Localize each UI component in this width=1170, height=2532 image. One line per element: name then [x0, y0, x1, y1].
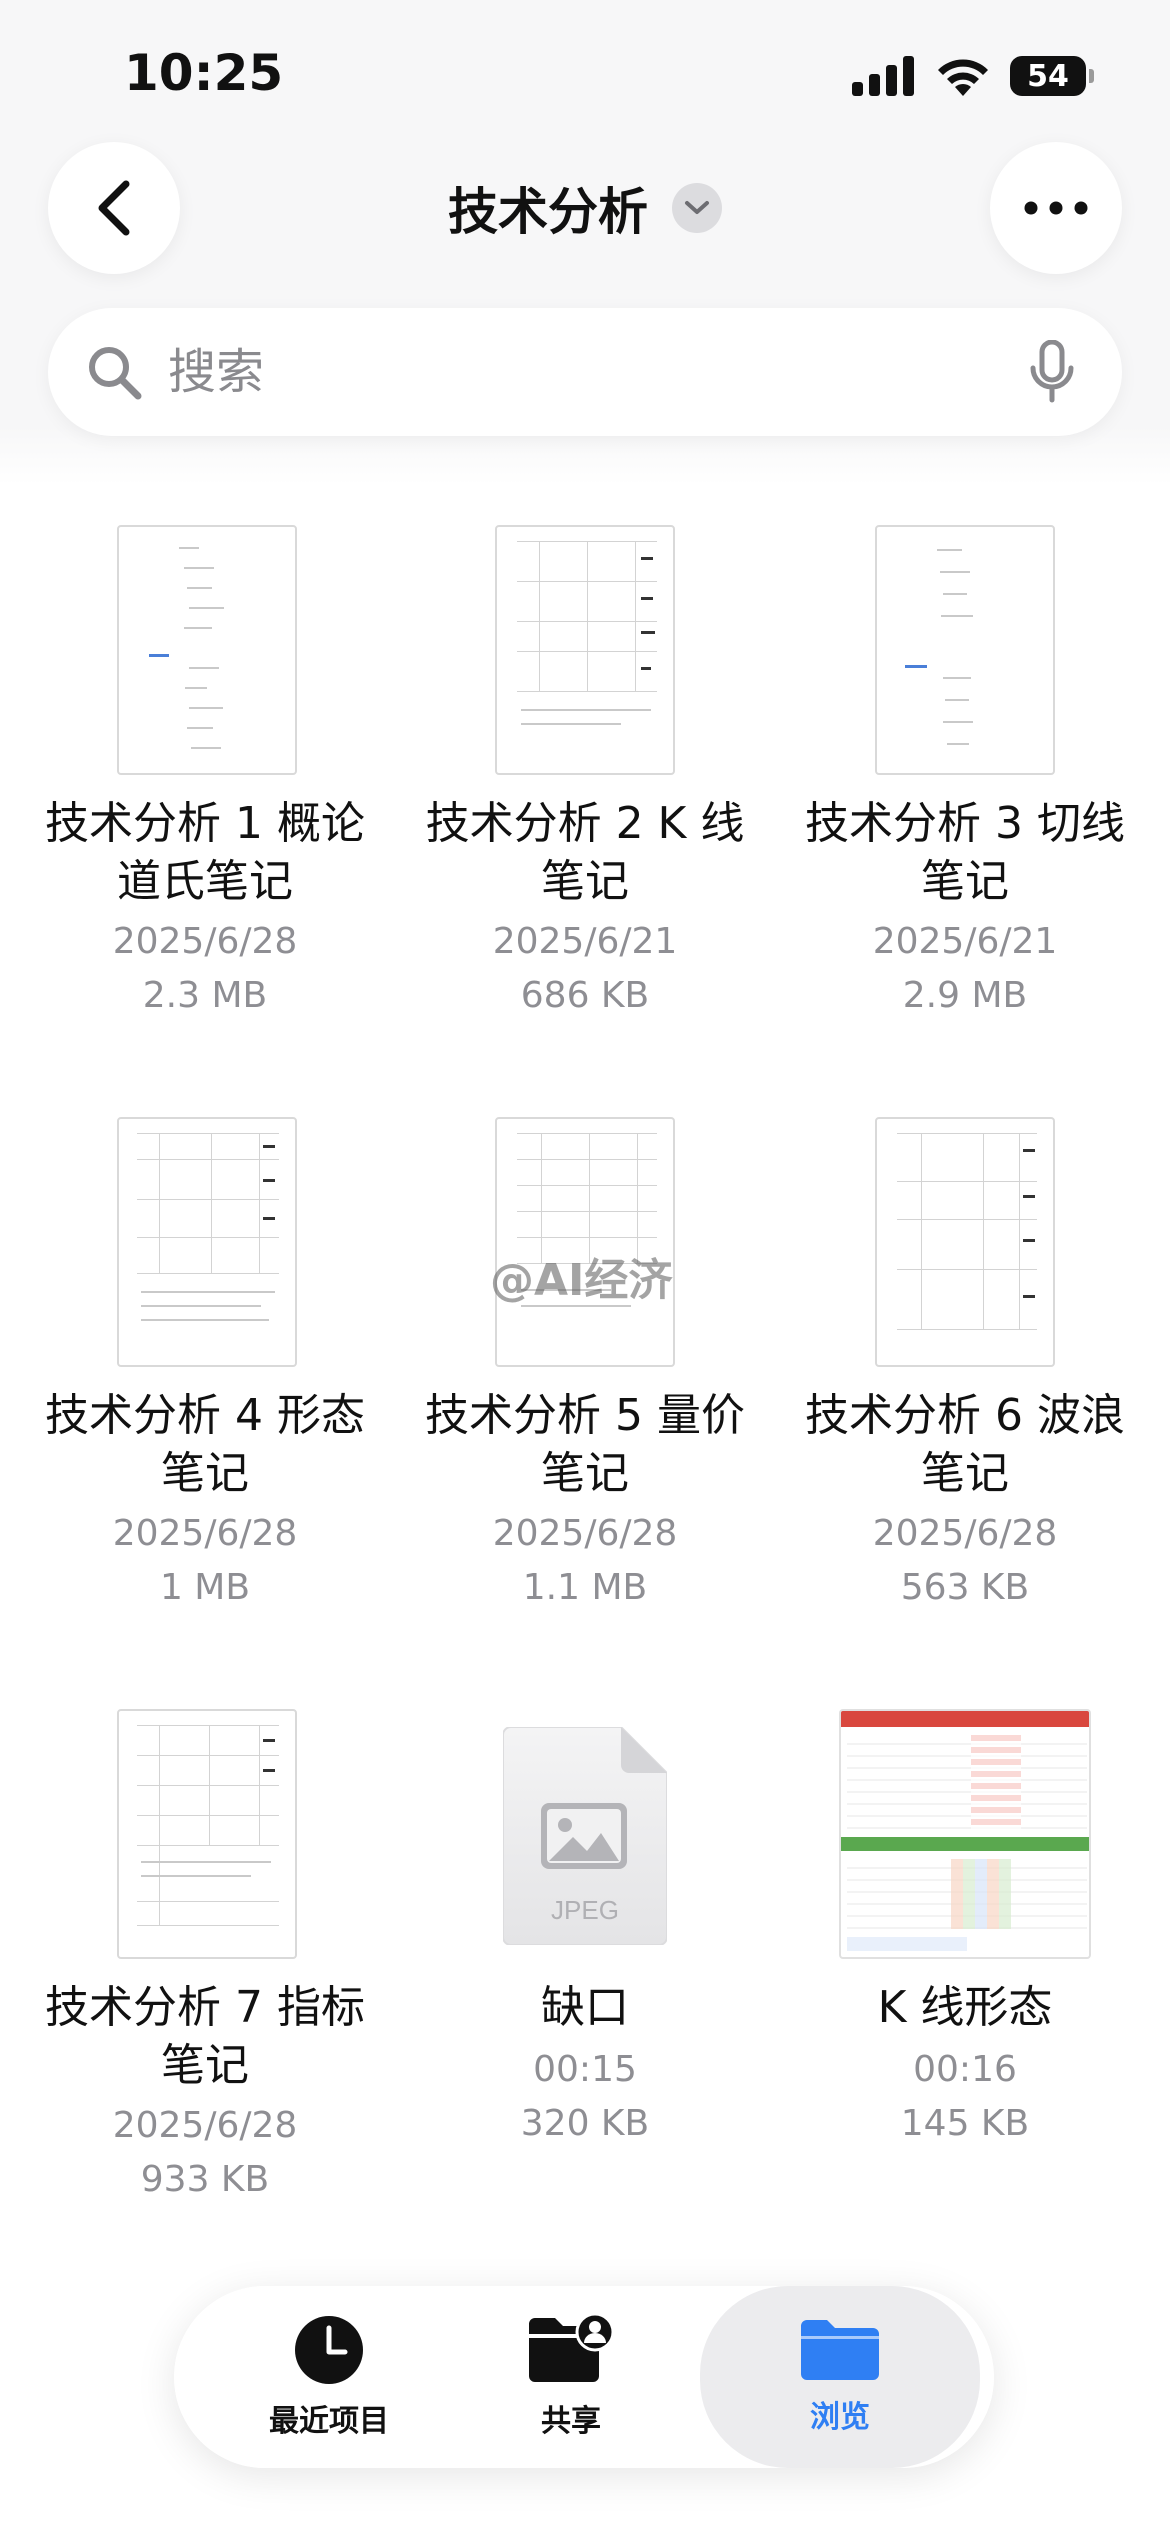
- file-item[interactable]: K 线形态 00:16 145 KB: [775, 1709, 1155, 2159]
- file-size: 563 KB: [900, 1567, 1030, 1608]
- file-size: 1 MB: [159, 1567, 251, 1608]
- tab-label: 最近项目: [269, 2404, 389, 2439]
- search-bar[interactable]: [48, 308, 1122, 436]
- folder-icon: [801, 2320, 879, 2380]
- document-thumbnail: [495, 1117, 675, 1367]
- cellular-signal-icon: [852, 56, 916, 96]
- file-size: 686 KB: [520, 975, 650, 1016]
- file-date: 2025/6/28: [112, 921, 298, 962]
- file-name-line2: 笔记: [921, 856, 1009, 907]
- document-thumbnail: [117, 525, 297, 775]
- wifi-icon: [938, 59, 988, 96]
- more-options-button[interactable]: [990, 142, 1122, 274]
- page-title: 技术分析: [448, 183, 648, 241]
- file-name: 技术分析 3 切线: [805, 798, 1125, 849]
- tab-bar: 最近项目 共享 浏览: [174, 2286, 994, 2468]
- file-name: 技术分析 1 概论: [45, 798, 365, 849]
- battery-cap: [1089, 69, 1094, 83]
- tab-label: 共享: [541, 2404, 601, 2439]
- file-name-line2: 笔记: [541, 1448, 629, 1499]
- file-name-line2: 道氏笔记: [117, 856, 293, 907]
- document-thumbnail: [117, 1709, 297, 1959]
- file-item[interactable]: JPEG 缺口 00:15 320 KB: [395, 1709, 775, 2159]
- file-name: 技术分析 5 量价: [425, 1390, 745, 1441]
- file-item[interactable]: 技术分析 3 切线 笔记 2025/6/21 2.9 MB: [775, 525, 1155, 1025]
- file-size: 1.1 MB: [522, 1567, 648, 1608]
- file-name: 技术分析 2 K 线: [425, 798, 745, 849]
- file-name: 技术分析 7 指标: [45, 1982, 365, 2033]
- shared-folder-icon: [529, 2314, 615, 2382]
- tab-recents[interactable]: 最近项目: [244, 2286, 414, 2468]
- jpeg-badge: JPEG: [551, 1895, 619, 1925]
- file-name-line2: 笔记: [161, 1448, 249, 1499]
- file-name-line2: 笔记: [541, 856, 629, 907]
- file-item[interactable]: 技术分析 2 K 线 笔记 2025/6/21 686 KB: [395, 525, 775, 1025]
- file-size: 145 KB: [900, 2103, 1030, 2144]
- file-item[interactable]: 技术分析 1 概论 道氏笔记 2025/6/28 2.3 MB: [15, 525, 395, 1025]
- file-item[interactable]: 技术分析 7 指标 笔记 2025/6/28 933 KB: [15, 1709, 395, 2209]
- document-thumbnail: [495, 525, 675, 775]
- file-name-line2: 笔记: [161, 2040, 249, 2091]
- file-size: 2.3 MB: [142, 975, 268, 1016]
- file-date: 00:16: [913, 2049, 1017, 2090]
- search-icon: [89, 347, 142, 400]
- file-name: K 线形态: [877, 1982, 1053, 2033]
- jpeg-file-icon: JPEG: [503, 1727, 667, 1945]
- status-bar: 10:25 54: [0, 0, 1170, 140]
- document-thumbnail: [117, 1117, 297, 1367]
- chevron-down-icon[interactable]: [672, 183, 722, 233]
- file-size: 2.9 MB: [902, 975, 1028, 1016]
- file-name: 缺口: [541, 1982, 629, 2033]
- file-date: 2025/6/28: [492, 1513, 678, 1554]
- file-item[interactable]: 技术分析 6 波浪 笔记 2025/6/28 563 KB: [775, 1117, 1155, 1617]
- file-item[interactable]: 技术分析 4 形态 笔记 2025/6/28 1 MB: [15, 1117, 395, 1617]
- search-input[interactable]: [168, 308, 968, 436]
- file-date: 2025/6/21: [492, 921, 678, 962]
- ellipsis-icon: [1024, 201, 1088, 215]
- file-item[interactable]: 技术分析 5 量价 笔记 2025/6/28 1.1 MB: [395, 1117, 775, 1617]
- tab-label: 浏览: [810, 2400, 870, 2435]
- watermark: @AI经济: [490, 1255, 673, 1306]
- file-size: 320 KB: [520, 2103, 650, 2144]
- status-time: 10:25: [124, 44, 284, 102]
- tab-browse[interactable]: 浏览: [700, 2286, 980, 2468]
- file-name-line2: 笔记: [921, 1448, 1009, 1499]
- file-date: 2025/6/21: [872, 921, 1058, 962]
- file-date: 2025/6/28: [112, 2105, 298, 2146]
- file-date: 00:15: [533, 2049, 637, 2090]
- clock-icon: [295, 2316, 363, 2384]
- document-thumbnail: [875, 1117, 1055, 1367]
- file-date: 2025/6/28: [112, 1513, 298, 1554]
- tab-shared[interactable]: 共享: [486, 2286, 656, 2468]
- document-thumbnail: [875, 525, 1055, 775]
- image-thumbnail: [839, 1709, 1091, 1959]
- file-name: 技术分析 6 波浪: [805, 1390, 1125, 1441]
- file-date: 2025/6/28: [872, 1513, 1058, 1554]
- file-name: 技术分析 4 形态: [45, 1390, 365, 1441]
- battery-icon: 54: [1010, 56, 1086, 96]
- file-size: 933 KB: [140, 2159, 270, 2200]
- microphone-icon[interactable]: [1028, 340, 1076, 404]
